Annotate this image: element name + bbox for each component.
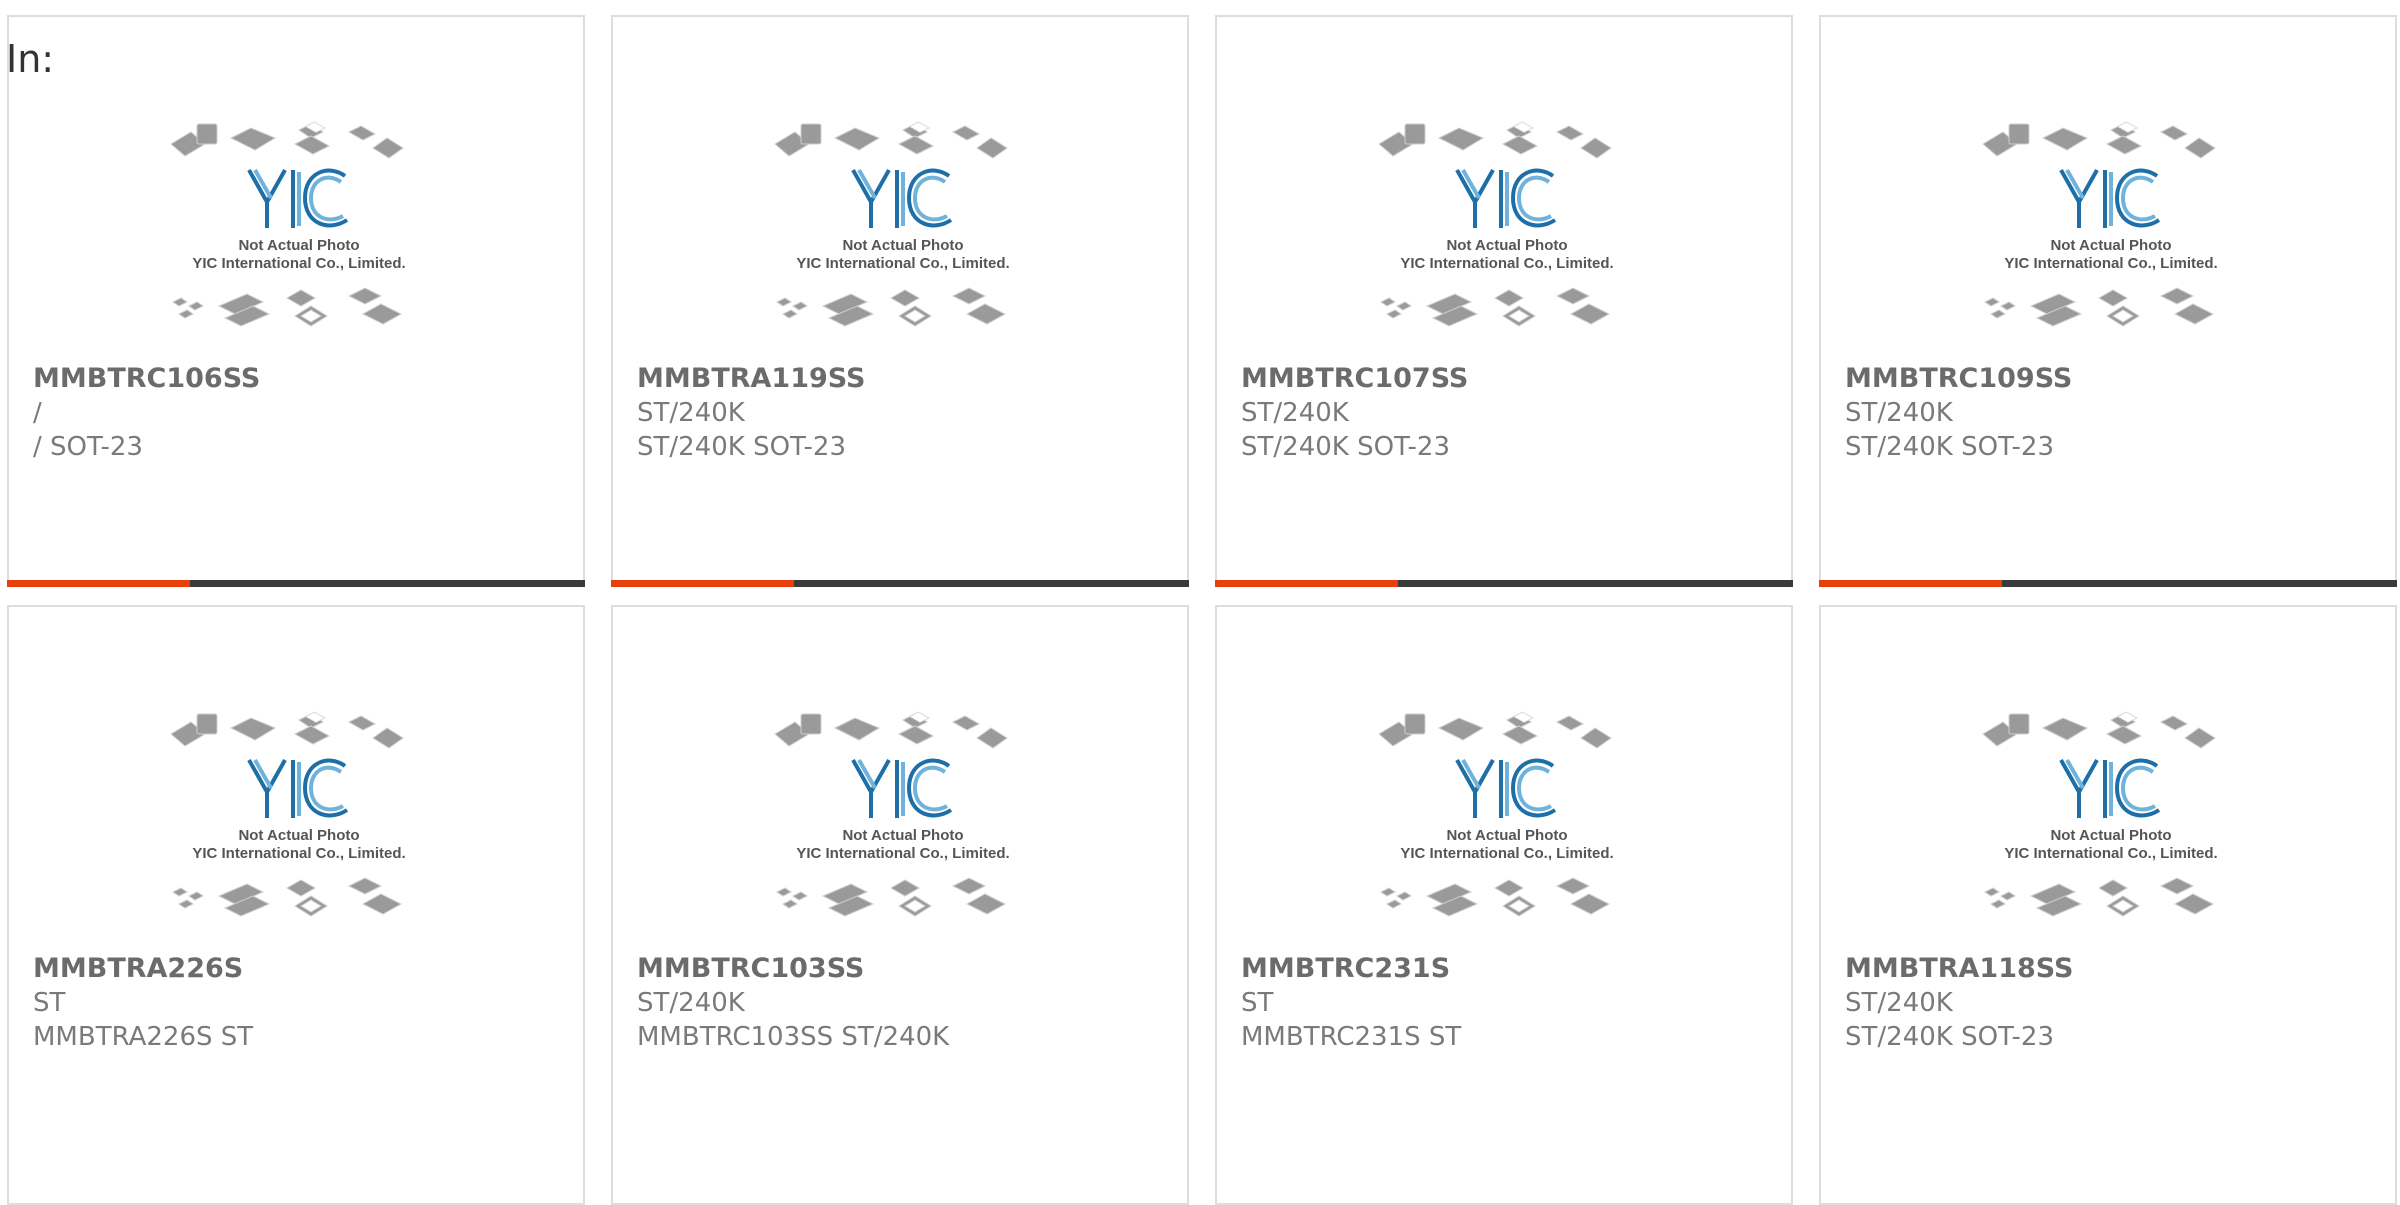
product-card[interactable]: Not Actual Photo YIC International Co., …: [1819, 15, 2397, 587]
caption-line2: YIC International Co., Limited.: [192, 845, 405, 862]
caption-line2: YIC International Co., Limited.: [796, 255, 1009, 272]
yic-logo: [2059, 168, 2161, 228]
yic-logo: [851, 168, 953, 228]
yic-logo: [2059, 758, 2161, 818]
product-title[interactable]: MMBTRC103SS: [637, 952, 1177, 986]
placeholder-image: Not Actual Photo YIC International Co., …: [170, 711, 406, 917]
caption-line2: YIC International Co., Limited.: [1400, 845, 1613, 862]
caption-line2: YIC International Co., Limited.: [796, 845, 1009, 862]
card-bottom-bar: [1819, 580, 2397, 587]
product-manufacturer: ST/240K: [637, 988, 745, 1018]
placeholder-image: Not Actual Photo YIC International Co., …: [1982, 121, 2218, 327]
yic-logo: [851, 758, 953, 818]
caption-line2: YIC International Co., Limited.: [2004, 845, 2217, 862]
product-description: ST/240K SOT-23: [1845, 432, 2055, 462]
product-card[interactable]: Not Actual Photo YIC International Co., …: [1215, 605, 1793, 1205]
caption-line2: YIC International Co., Limited.: [1400, 255, 1613, 272]
product-description: MMBTRA226S ST: [33, 1022, 254, 1052]
placeholder-image: Not Actual Photo YIC International Co., …: [774, 121, 1010, 327]
product-title[interactable]: MMBTRA226S: [33, 952, 573, 986]
in-label: In:: [6, 37, 55, 81]
product-manufacturer: ST/240K: [1845, 398, 1953, 428]
product-info: MMBTRC109SS ST/240K ST/240K SOT-23: [1845, 362, 2385, 464]
caption-line1: Not Actual Photo: [2050, 237, 2171, 254]
product-card[interactable]: Not Actual Photo YIC International Co., …: [7, 15, 585, 587]
caption-line1: Not Actual Photo: [238, 827, 359, 844]
placeholder-image: Not Actual Photo YIC International Co., …: [170, 121, 406, 327]
product-manufacturer: ST/240K: [1241, 398, 1349, 428]
product-info: MMBTRA118SS ST/240K ST/240K SOT-23: [1845, 952, 2385, 1054]
product-info: MMBTRC107SS ST/240K ST/240K SOT-23: [1241, 362, 1781, 464]
product-title[interactable]: MMBTRC107SS: [1241, 362, 1781, 396]
product-card[interactable]: Not Actual Photo YIC International Co., …: [1215, 15, 1793, 587]
product-manufacturer: ST: [1241, 988, 1274, 1018]
yic-logo: [247, 758, 349, 818]
yic-logo: [1455, 758, 1557, 818]
placeholder-image: Not Actual Photo YIC International Co., …: [774, 711, 1010, 917]
product-grid: Not Actual Photo YIC International Co., …: [0, 0, 2400, 1205]
product-title[interactable]: MMBTRC109SS: [1845, 362, 2385, 396]
placeholder-image: Not Actual Photo YIC International Co., …: [1378, 121, 1614, 327]
caption-line1: Not Actual Photo: [1446, 237, 1567, 254]
product-info: MMBTRC103SS ST/240K MMBTRC103SS ST/240K: [637, 952, 1177, 1054]
card-accent-bar: [611, 580, 794, 587]
product-info: MMBTRC231S ST MMBTRC231S ST: [1241, 952, 1781, 1054]
product-title[interactable]: MMBTRC106SS: [33, 362, 573, 396]
product-manufacturer: ST/240K: [1845, 988, 1953, 1018]
card-bottom-bar: [1215, 580, 1793, 587]
product-info: MMBTRC106SS / / SOT-23: [33, 362, 573, 464]
product-info: MMBTRA119SS ST/240K ST/240K SOT-23: [637, 362, 1177, 464]
product-manufacturer: ST: [33, 988, 66, 1018]
caption-line1: Not Actual Photo: [842, 827, 963, 844]
caption-line1: Not Actual Photo: [2050, 827, 2171, 844]
product-info: MMBTRA226S ST MMBTRA226S ST: [33, 952, 573, 1054]
card-accent-bar: [7, 580, 190, 587]
caption-line2: YIC International Co., Limited.: [2004, 255, 2217, 272]
yic-logo: [247, 168, 349, 228]
caption-line1: Not Actual Photo: [842, 237, 963, 254]
product-thumbnail[interactable]: Not Actual Photo YIC International Co., …: [159, 692, 439, 932]
product-card[interactable]: Not Actual Photo YIC International Co., …: [7, 605, 585, 1205]
placeholder-image: Not Actual Photo YIC International Co., …: [1378, 711, 1614, 917]
product-thumbnail[interactable]: Not Actual Photo YIC International Co., …: [1971, 692, 2251, 932]
caption-line2: YIC International Co., Limited.: [192, 255, 405, 272]
product-thumbnail[interactable]: Not Actual Photo YIC International Co., …: [763, 102, 1043, 342]
product-manufacturer: /: [33, 398, 42, 428]
product-thumbnail[interactable]: Not Actual Photo YIC International Co., …: [159, 102, 439, 342]
product-card[interactable]: Not Actual Photo YIC International Co., …: [1819, 605, 2397, 1205]
caption-line1: Not Actual Photo: [1446, 827, 1567, 844]
yic-logo: [1455, 168, 1557, 228]
product-title[interactable]: MMBTRA118SS: [1845, 952, 2385, 986]
product-description: MMBTRC103SS ST/240K: [637, 1022, 950, 1052]
product-thumbnail[interactable]: Not Actual Photo YIC International Co., …: [1367, 102, 1647, 342]
product-manufacturer: ST/240K: [637, 398, 745, 428]
product-title[interactable]: MMBTRC231S: [1241, 952, 1781, 986]
product-description: MMBTRC231S ST: [1241, 1022, 1462, 1052]
card-bottom-bar: [7, 580, 585, 587]
product-thumbnail[interactable]: Not Actual Photo YIC International Co., …: [1367, 692, 1647, 932]
product-card[interactable]: Not Actual Photo YIC International Co., …: [611, 15, 1189, 587]
product-thumbnail[interactable]: Not Actual Photo YIC International Co., …: [1971, 102, 2251, 342]
product-description: / SOT-23: [33, 432, 143, 462]
caption-line1: Not Actual Photo: [238, 237, 359, 254]
card-accent-bar: [1819, 580, 2002, 587]
product-thumbnail[interactable]: Not Actual Photo YIC International Co., …: [763, 692, 1043, 932]
product-description: ST/240K SOT-23: [1241, 432, 1451, 462]
product-description: ST/240K SOT-23: [1845, 1022, 2055, 1052]
product-card[interactable]: Not Actual Photo YIC International Co., …: [611, 605, 1189, 1205]
product-description: ST/240K SOT-23: [637, 432, 847, 462]
placeholder-image: Not Actual Photo YIC International Co., …: [1982, 711, 2218, 917]
card-bottom-bar: [611, 580, 1189, 587]
product-title[interactable]: MMBTRA119SS: [637, 362, 1177, 396]
card-accent-bar: [1215, 580, 1398, 587]
